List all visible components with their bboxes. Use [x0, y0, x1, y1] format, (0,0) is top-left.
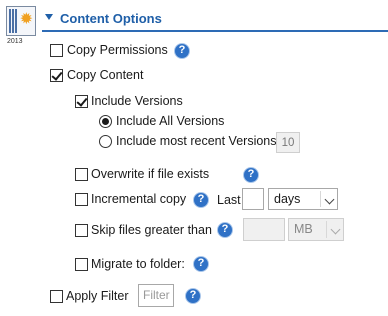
last-value-input[interactable] [242, 188, 264, 210]
filter-input[interactable]: Filter [138, 284, 174, 307]
help-icon[interactable]: ? [193, 256, 209, 272]
apply-filter-checkbox[interactable] [50, 290, 63, 303]
incremental-copy-label[interactable]: Incremental copy [91, 192, 186, 206]
skip-files-checkbox[interactable] [75, 224, 88, 237]
include-versions-checkbox[interactable] [75, 95, 88, 108]
chevron-down-icon [330, 224, 341, 235]
skip-size-unit-value: MB [294, 222, 313, 236]
migrate-folder-checkbox[interactable] [75, 258, 88, 271]
skip-size-input[interactable] [243, 218, 285, 241]
include-all-versions-radio[interactable] [99, 115, 112, 128]
last-unit-dropdown[interactable]: days [268, 188, 338, 210]
incremental-copy-checkbox[interactable] [75, 193, 88, 206]
help-icon[interactable]: ? [193, 192, 209, 208]
overwrite-checkbox[interactable] [75, 168, 88, 181]
help-icon[interactable]: ? [174, 43, 190, 59]
migrate-folder-label[interactable]: Migrate to folder: [91, 257, 185, 271]
section-title[interactable]: Content Options [60, 11, 162, 26]
skip-files-label[interactable]: Skip files greater than [91, 223, 212, 237]
copy-content-label[interactable]: Copy Content [67, 68, 143, 82]
chevron-down-icon [324, 194, 335, 205]
app-logo-icon: ✹ [6, 6, 36, 36]
logo-year: 2013 [7, 38, 23, 45]
recent-versions-count-input[interactable]: 10 [276, 132, 300, 153]
last-unit-value: days [274, 192, 301, 206]
header-divider [42, 30, 388, 32]
overwrite-label[interactable]: Overwrite if file exists [91, 167, 209, 181]
apply-filter-label[interactable]: Apply Filter [66, 289, 129, 303]
help-icon[interactable]: ? [243, 167, 259, 183]
include-most-recent-label[interactable]: Include most recent Versions [116, 134, 277, 148]
include-all-versions-label[interactable]: Include All Versions [116, 114, 224, 128]
skip-size-unit-dropdown[interactable]: MB [288, 218, 344, 241]
collapse-arrow-icon[interactable] [45, 14, 53, 20]
copy-permissions-checkbox[interactable] [50, 44, 63, 57]
last-label: Last [217, 193, 241, 207]
include-versions-label[interactable]: Include Versions [91, 94, 183, 108]
include-most-recent-radio[interactable] [99, 135, 112, 148]
copy-content-checkbox[interactable] [50, 69, 63, 82]
help-icon[interactable]: ? [217, 222, 233, 238]
copy-permissions-label[interactable]: Copy Permissions [67, 43, 168, 57]
help-icon[interactable]: ? [185, 288, 201, 304]
